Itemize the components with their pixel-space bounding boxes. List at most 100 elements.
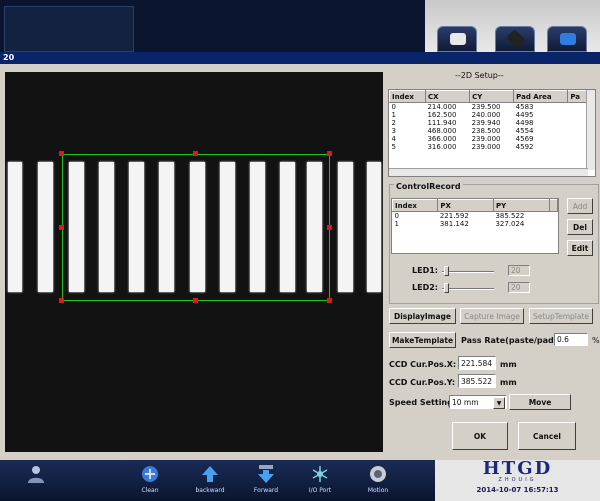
table-row[interactable]: 1 162.500 240.000 4495 (390, 111, 588, 119)
control-record-table[interactable]: Index PX PY 0 221.592 385.522 1 381.142 327.… (391, 198, 559, 254)
2d-setup-dialog: 20 --2D Setup-- Index CX CY Pad Area Pa … (0, 52, 600, 460)
control-record-title: ControlRecord (394, 182, 463, 191)
pass-rate-input[interactable]: 0.6 (554, 333, 588, 346)
table-cell: 111.940 (427, 119, 457, 127)
column-header[interactable]: PY (492, 199, 550, 212)
pass-rate-unit: % (592, 336, 600, 345)
led2-label: LED2: (412, 283, 438, 292)
table-cell: 4495 (515, 111, 534, 119)
display-image-button[interactable]: DisplayImage (389, 308, 456, 324)
pass-rate-label: Pass Rate(paste/pad) (461, 336, 558, 345)
backward-button[interactable]: backward (188, 460, 232, 501)
cancel-button[interactable]: Cancel (518, 422, 576, 450)
camera-view[interactable] (5, 72, 383, 452)
bottom-taskbar: Clean backward Forward I/O Port Motion (0, 460, 435, 501)
roi-handle[interactable] (59, 225, 64, 230)
table-row[interactable]: 1 381.142 327.024 (393, 220, 558, 228)
brand-subtitle: ZHOUIG (498, 477, 537, 483)
table-cell: 221.592 (439, 212, 469, 220)
motion-icon (368, 464, 388, 484)
ccd-x-unit: mm (500, 360, 517, 369)
table-row-selected[interactable]: 3 468.000 238.500 4554 (389, 127, 588, 135)
table-row[interactable]: 5 316.000 239.000 4592 (390, 143, 588, 151)
document-tool-icon[interactable] (547, 26, 587, 52)
clean-button[interactable]: Clean (128, 460, 172, 501)
clean-icon (140, 464, 160, 484)
roi-handle[interactable] (327, 298, 332, 303)
led2-slider-track[interactable] (442, 288, 494, 290)
column-header[interactable] (548, 199, 558, 212)
table-cell: 239.940 (471, 119, 501, 127)
table-cell: 214.000 (427, 103, 457, 111)
ccd-y-field[interactable]: 385.522 (458, 374, 496, 388)
column-header[interactable]: Index (392, 199, 439, 212)
led1-slider-track[interactable] (442, 271, 494, 273)
table-row[interactable]: 0 221.592 385.522 (393, 212, 558, 221)
motion-button[interactable]: Motion (356, 460, 400, 501)
camera-tool-icon[interactable] (437, 26, 477, 52)
edit-button[interactable]: Edit (567, 240, 593, 256)
table-cell: 327.024 (495, 220, 525, 228)
brand-logo: HTGD (482, 458, 553, 479)
chip-tool-icon[interactable] (495, 26, 535, 52)
column-header[interactable]: Pad Area (513, 90, 569, 103)
top-left-panel (4, 6, 134, 52)
table-cell: 162.500 (427, 111, 457, 119)
capture-image-button[interactable]: Capture Image (460, 308, 524, 324)
table-cell: 4569 (515, 135, 534, 143)
roi-handle[interactable] (59, 298, 64, 303)
chevron-down-icon[interactable]: ▼ (493, 397, 505, 409)
roi-handle[interactable] (193, 151, 198, 156)
clock: 2014-10-07 16:57:13 (476, 486, 559, 494)
speed-select-value: 10 mm (452, 397, 479, 407)
horizontal-scrollbar[interactable] (389, 168, 588, 176)
table-cell: 4583 (515, 103, 534, 111)
led2-value-field[interactable]: 20 (508, 282, 530, 293)
ccd-x-field[interactable]: 221.584 (458, 356, 496, 370)
top-app-bar (0, 0, 600, 52)
roi-handle[interactable] (327, 151, 332, 156)
speed-select[interactable]: 10 mm ▼ (449, 395, 507, 409)
led1-value-field[interactable]: 20 (508, 265, 530, 276)
column-header[interactable]: Index (389, 90, 426, 103)
led2-slider-thumb[interactable] (444, 283, 450, 293)
make-template-button[interactable]: MakeTemplate (389, 332, 456, 348)
pad-stripe (38, 162, 53, 292)
setup-title: --2D Setup-- (455, 71, 504, 80)
ccd-y-unit: mm (500, 378, 517, 387)
add-button[interactable]: Add (567, 198, 593, 214)
delete-button[interactable]: Del (567, 219, 593, 235)
column-header[interactable]: CY (469, 90, 515, 103)
pad-table[interactable]: Index CX CY Pad Area Pa 0 214.000 239.500 4… (388, 89, 596, 177)
column-header[interactable]: PX (437, 199, 494, 212)
led1-label: LED1: (412, 266, 438, 275)
table-cell: 238.500 (469, 127, 514, 135)
roi-handle[interactable] (59, 151, 64, 156)
table-cell: 239.000 (471, 135, 501, 143)
move-button[interactable]: Move (509, 394, 571, 410)
roi-handle[interactable] (193, 298, 198, 303)
dialog-title-bar[interactable]: 20 (0, 52, 600, 64)
column-header[interactable]: CX (424, 90, 471, 103)
io-port-button[interactable]: I/O Port (298, 460, 342, 501)
roi-rectangle[interactable] (62, 154, 330, 301)
setup-template-button[interactable]: SetupTemplate (529, 308, 593, 324)
table-row[interactable]: 4 366.000 239.000 4569 (390, 135, 588, 143)
led1-slider-thumb[interactable] (444, 266, 450, 276)
table-row[interactable]: 2 111.940 239.940 4498 (390, 119, 588, 127)
table-row[interactable]: 0 214.000 239.500 4583 (390, 103, 588, 112)
ccd-y-label: CCD Cur.Pos.Y: (389, 378, 456, 387)
user-button[interactable] (14, 460, 58, 501)
table-cell: 468.000 (425, 127, 470, 135)
table-cell: 2 (391, 119, 396, 127)
table-cell: 240.000 (471, 111, 501, 119)
forward-button[interactable]: Forward (244, 460, 288, 501)
table-cell: 1 (394, 220, 399, 228)
roi-handle[interactable] (327, 225, 332, 230)
table-cell: 4592 (515, 143, 534, 151)
column-header[interactable]: Pa (567, 90, 588, 103)
table-cell: 385.522 (495, 212, 525, 220)
table-cell: 4554 (513, 127, 568, 135)
ok-button[interactable]: OK (452, 422, 508, 450)
vertical-scrollbar[interactable] (586, 90, 595, 170)
